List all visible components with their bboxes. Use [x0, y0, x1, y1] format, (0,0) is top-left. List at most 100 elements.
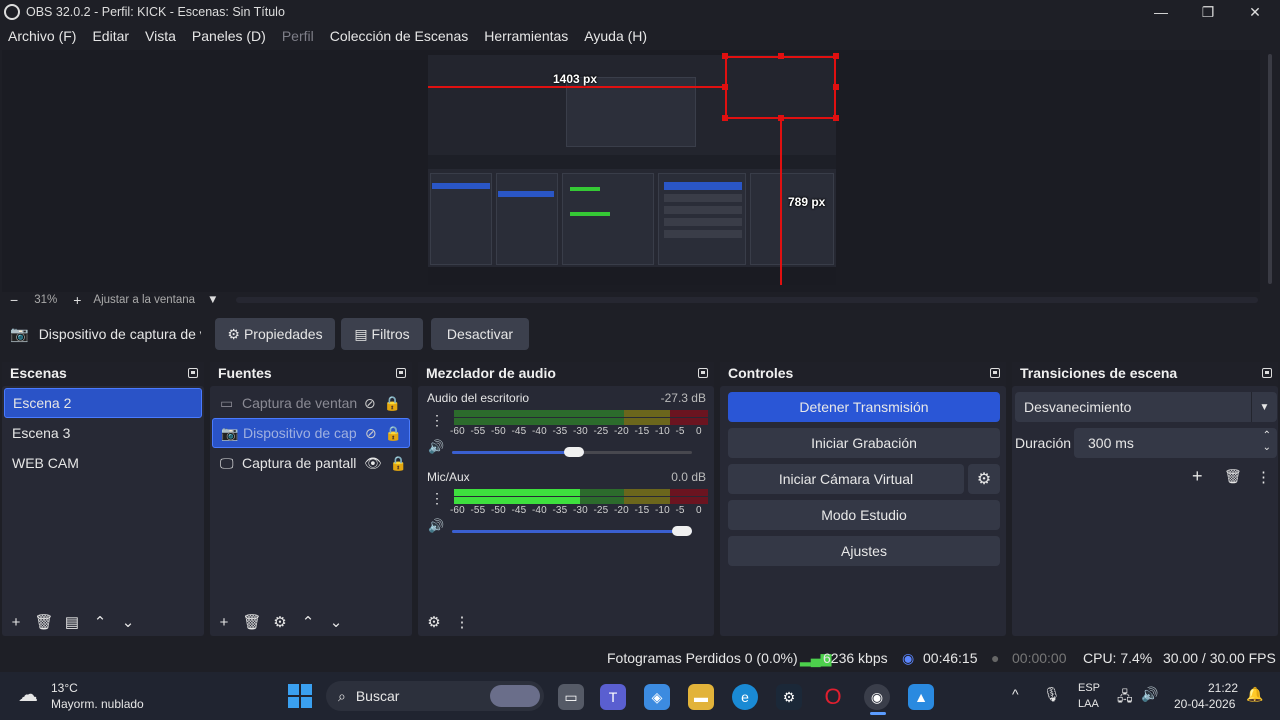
language-top[interactable]: ESP: [1078, 682, 1100, 694]
filter-icon[interactable]: ▤: [58, 613, 86, 631]
resize-handle-tl[interactable]: [722, 53, 728, 59]
spin-down-icon[interactable]: ⌄: [1263, 442, 1271, 453]
source-item[interactable]: ▭ Captura de ventan ⊘ 🔒: [212, 388, 410, 418]
scene-item[interactable]: WEB CAM: [4, 448, 202, 478]
resize-handle-b[interactable]: [778, 115, 784, 121]
close-button[interactable]: ✕: [1232, 0, 1278, 24]
menu-editar[interactable]: Editar: [92, 28, 129, 44]
undock-icon[interactable]: [990, 368, 1000, 378]
opera-icon[interactable]: O: [820, 684, 846, 710]
stop-stream-button[interactable]: Detener Transmisión: [728, 392, 1000, 422]
zoom-in-button[interactable]: +: [73, 292, 81, 308]
menu-herramientas[interactable]: Herramientas: [484, 28, 568, 44]
eye-hidden-icon[interactable]: ⊘: [365, 425, 377, 442]
photos-icon[interactable]: ▲: [908, 684, 934, 710]
duration-spinbox[interactable]: 300 ms ⌃ ⌄: [1074, 428, 1277, 458]
mixer-menu-icon[interactable]: ⋮: [448, 613, 476, 631]
fit-window-label[interactable]: Ajustar a la ventana: [93, 294, 195, 306]
spin-up-icon[interactable]: ⌃: [1263, 430, 1271, 441]
minimize-button[interactable]: —: [1138, 0, 1184, 24]
add-icon[interactable]: +: [1192, 466, 1203, 487]
eye-hidden-icon[interactable]: ⊘: [364, 395, 376, 412]
virtual-camera-settings-icon[interactable]: ⚙: [968, 464, 1000, 494]
menu-ayuda[interactable]: Ayuda (H): [584, 28, 647, 44]
start-recording-button[interactable]: Iniciar Grabación: [728, 428, 1000, 458]
microphone-icon[interactable]: 🎙: [1043, 686, 1061, 703]
eye-icon[interactable]: 👁: [364, 455, 382, 472]
studio-mode-button[interactable]: Modo Estudio: [728, 500, 1000, 530]
chevron-down-icon[interactable]: ▼: [1251, 392, 1277, 422]
menu-vista[interactable]: Vista: [145, 28, 176, 44]
teams-icon[interactable]: T: [600, 684, 626, 710]
lock-icon[interactable]: 🔒: [384, 395, 401, 412]
obs-taskbar-icon[interactable]: ◉: [864, 684, 890, 710]
source-bounding-box[interactable]: [725, 56, 836, 119]
zoom-dropdown-icon[interactable]: ▼: [207, 294, 218, 306]
transition-select[interactable]: Desvanecimiento ▼: [1015, 392, 1277, 422]
move-down-icon[interactable]: ⌄: [114, 613, 142, 631]
properties-button[interactable]: ⚙ Propiedades: [215, 318, 335, 350]
notification-icon[interactable]: 🔔: [1246, 686, 1263, 703]
undock-icon[interactable]: [698, 368, 708, 378]
undock-icon[interactable]: [1262, 368, 1272, 378]
volume-icon[interactable]: 🔊: [1141, 686, 1158, 703]
volume-slider[interactable]: [452, 530, 692, 533]
language-bottom[interactable]: LAA: [1078, 698, 1099, 710]
maximize-button[interactable]: ❐: [1185, 0, 1231, 24]
lock-icon[interactable]: 🔒: [390, 455, 407, 472]
taskbar-search[interactable]: ⌕ Buscar: [326, 681, 544, 711]
resize-handle-r[interactable]: [833, 84, 839, 90]
clock-time[interactable]: 21:22: [1208, 681, 1238, 695]
edge-browser-icon[interactable]: e: [732, 684, 758, 710]
weather-temp[interactable]: 13°C: [51, 681, 78, 695]
steam-icon[interactable]: ⚙: [776, 684, 802, 710]
weather-cloud-icon[interactable]: ☁: [18, 682, 38, 707]
gear-icon[interactable]: ⚙: [266, 613, 294, 631]
settings-button[interactable]: Ajustes: [728, 536, 1000, 566]
add-icon[interactable]: +: [2, 614, 30, 631]
advanced-audio-gear-icon[interactable]: ⚙: [420, 613, 448, 631]
speaker-icon[interactable]: 🔊: [428, 518, 444, 534]
move-up-icon[interactable]: ⌃: [86, 613, 114, 631]
network-icon[interactable]: 🖧: [1117, 686, 1133, 710]
resize-handle-bl[interactable]: [722, 115, 728, 121]
move-up-icon[interactable]: ⌃: [294, 613, 322, 631]
clock-date[interactable]: 20-04-2026: [1174, 697, 1235, 711]
channel-menu-icon[interactable]: ⋮: [430, 490, 444, 507]
resize-handle-br[interactable]: [833, 115, 839, 121]
more-options-icon[interactable]: ⋮: [1256, 468, 1271, 486]
source-item[interactable]: 🖵 Captura de pantall 👁 🔒: [212, 448, 410, 478]
undock-icon[interactable]: [188, 368, 198, 378]
resize-handle-l[interactable]: [722, 84, 728, 90]
show-hidden-icons[interactable]: ^: [1012, 686, 1019, 702]
channel-menu-icon[interactable]: ⋮: [430, 412, 444, 429]
lock-icon[interactable]: 🔒: [385, 425, 402, 442]
zoom-out-button[interactable]: −: [10, 292, 18, 308]
menu-coleccion-escenas[interactable]: Colección de Escenas: [330, 28, 469, 44]
trash-icon[interactable]: 🗑: [1224, 468, 1242, 485]
resize-handle-tr[interactable]: [833, 53, 839, 59]
trash-icon[interactable]: 🗑: [238, 613, 266, 631]
resize-handle-t[interactable]: [778, 53, 784, 59]
menu-paneles[interactable]: Paneles (D): [192, 28, 266, 44]
add-icon[interactable]: +: [210, 614, 238, 631]
source-item[interactable]: 📷 Dispositivo de cap ⊘ 🔒: [212, 418, 410, 448]
file-explorer-icon[interactable]: ▬: [688, 684, 714, 710]
move-down-icon[interactable]: ⌄: [322, 613, 350, 631]
menu-archivo[interactable]: Archivo (F): [8, 28, 76, 44]
preview-horizontal-scrollbar[interactable]: [236, 297, 1258, 303]
undock-icon[interactable]: [396, 368, 406, 378]
volume-slider-knob[interactable]: [672, 526, 692, 536]
preview-vertical-scrollbar[interactable]: [1266, 50, 1274, 290]
weather-desc[interactable]: Mayorm. nublado: [51, 697, 144, 711]
start-virtual-camera-button[interactable]: Iniciar Cámara Virtual: [728, 464, 964, 494]
copilot-icon[interactable]: ◈: [644, 684, 670, 710]
scene-item[interactable]: Escena 3: [4, 418, 202, 448]
volume-slider-knob[interactable]: [564, 447, 584, 457]
deactivate-button[interactable]: Desactivar: [431, 318, 529, 350]
scene-item[interactable]: Escena 2: [4, 388, 202, 418]
speaker-icon[interactable]: 🔊: [428, 439, 444, 455]
trash-icon[interactable]: 🗑: [30, 613, 58, 631]
filters-button[interactable]: ▤ Filtros: [341, 318, 423, 350]
task-view-icon[interactable]: ▭: [558, 684, 584, 710]
